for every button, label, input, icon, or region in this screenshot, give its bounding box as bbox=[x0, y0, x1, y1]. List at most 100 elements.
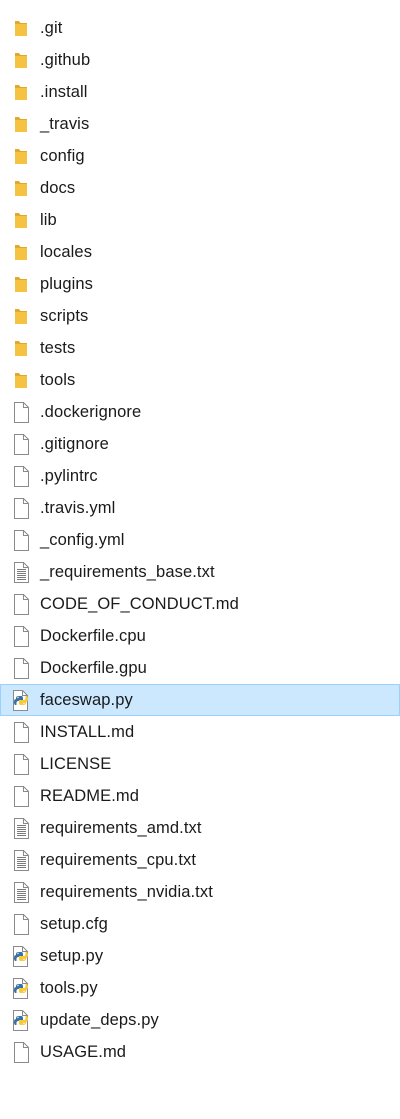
file-icon bbox=[12, 721, 30, 743]
folder-icon bbox=[12, 369, 30, 391]
list-item[interactable]: .dockerignore bbox=[0, 396, 400, 428]
folder-icon bbox=[12, 145, 30, 167]
python-file-icon bbox=[12, 689, 30, 711]
list-item[interactable]: scripts bbox=[0, 300, 400, 332]
file-name: requirements_nvidia.txt bbox=[40, 882, 213, 901]
folder-icon bbox=[12, 49, 30, 71]
list-item[interactable]: _requirements_base.txt bbox=[0, 556, 400, 588]
list-item[interactable]: config bbox=[0, 140, 400, 172]
list-item[interactable]: setup.cfg bbox=[0, 908, 400, 940]
file-name: .install bbox=[40, 82, 88, 101]
list-item[interactable]: update_deps.py bbox=[0, 1004, 400, 1036]
list-item[interactable]: README.md bbox=[0, 780, 400, 812]
list-item[interactable]: _travis bbox=[0, 108, 400, 140]
file-name: tests bbox=[40, 338, 76, 357]
list-item[interactable]: tests bbox=[0, 332, 400, 364]
file-name: .dockerignore bbox=[40, 402, 142, 421]
file-icon bbox=[12, 785, 30, 807]
list-item[interactable]: .install bbox=[0, 76, 400, 108]
file-name: docs bbox=[40, 178, 76, 197]
folder-icon bbox=[12, 337, 30, 359]
file-name: USAGE.md bbox=[40, 1042, 127, 1061]
file-name: .pylintrc bbox=[40, 466, 98, 485]
file-name: locales bbox=[40, 242, 93, 261]
file-icon bbox=[12, 465, 30, 487]
folder-icon bbox=[12, 305, 30, 327]
list-item[interactable]: requirements_nvidia.txt bbox=[0, 876, 400, 908]
file-name: LICENSE bbox=[40, 754, 112, 773]
file-icon bbox=[12, 753, 30, 775]
file-name: requirements_amd.txt bbox=[40, 818, 202, 837]
list-item[interactable]: requirements_amd.txt bbox=[0, 812, 400, 844]
list-item[interactable]: .git bbox=[0, 12, 400, 44]
list-item[interactable]: plugins bbox=[0, 268, 400, 300]
file-name: setup.py bbox=[40, 946, 104, 965]
file-name: update_deps.py bbox=[40, 1010, 159, 1029]
folder-icon bbox=[12, 177, 30, 199]
list-item[interactable]: tools.py bbox=[0, 972, 400, 1004]
list-item[interactable]: LICENSE bbox=[0, 748, 400, 780]
file-name: tools bbox=[40, 370, 76, 389]
list-item[interactable]: tools bbox=[0, 364, 400, 396]
file-name: Dockerfile.gpu bbox=[40, 658, 147, 677]
file-name: CODE_OF_CONDUCT.md bbox=[40, 594, 239, 613]
file-name: _config.yml bbox=[40, 530, 125, 549]
file-icon bbox=[12, 913, 30, 935]
file-name: INSTALL.md bbox=[40, 722, 135, 741]
python-file-icon bbox=[12, 977, 30, 999]
folder-icon bbox=[12, 81, 30, 103]
file-name: .github bbox=[40, 50, 91, 69]
text-file-icon bbox=[12, 881, 30, 903]
file-name: requirements_cpu.txt bbox=[40, 850, 197, 869]
file-icon bbox=[12, 1041, 30, 1063]
file-name: .gitignore bbox=[40, 434, 109, 453]
file-icon bbox=[12, 593, 30, 615]
list-item[interactable]: requirements_cpu.txt bbox=[0, 844, 400, 876]
file-name: README.md bbox=[40, 786, 139, 805]
list-item[interactable]: USAGE.md bbox=[0, 1036, 400, 1068]
file-icon bbox=[12, 625, 30, 647]
file-name: tools.py bbox=[40, 978, 98, 997]
file-list: .git .github .install _travisconfig docs lib l… bbox=[0, 12, 400, 1068]
list-item[interactable]: locales bbox=[0, 236, 400, 268]
folder-icon bbox=[12, 113, 30, 135]
python-file-icon bbox=[12, 1009, 30, 1031]
list-item[interactable]: Dockerfile.gpu bbox=[0, 652, 400, 684]
list-item[interactable]: INSTALL.md bbox=[0, 716, 400, 748]
file-name: Dockerfile.cpu bbox=[40, 626, 146, 645]
file-name: .travis.yml bbox=[40, 498, 116, 517]
file-name: .git bbox=[40, 18, 63, 37]
text-file-icon bbox=[12, 817, 30, 839]
list-item[interactable]: .travis.yml bbox=[0, 492, 400, 524]
file-name: lib bbox=[40, 210, 57, 229]
list-item[interactable]: .pylintrc bbox=[0, 460, 400, 492]
list-item[interactable]: docs bbox=[0, 172, 400, 204]
folder-icon bbox=[12, 273, 30, 295]
file-name: _requirements_base.txt bbox=[40, 562, 215, 581]
file-name: scripts bbox=[40, 306, 89, 325]
file-name: _travis bbox=[40, 114, 90, 133]
list-item[interactable]: .gitignore bbox=[0, 428, 400, 460]
python-file-icon bbox=[12, 945, 30, 967]
file-icon bbox=[12, 529, 30, 551]
list-item[interactable]: _config.yml bbox=[0, 524, 400, 556]
text-file-icon bbox=[12, 849, 30, 871]
list-item[interactable]: setup.py bbox=[0, 940, 400, 972]
folder-icon bbox=[12, 241, 30, 263]
file-name: plugins bbox=[40, 274, 93, 293]
file-icon bbox=[12, 497, 30, 519]
folder-icon bbox=[12, 209, 30, 231]
file-name: faceswap.py bbox=[40, 690, 133, 709]
text-file-icon bbox=[12, 561, 30, 583]
list-item[interactable]: faceswap.py bbox=[0, 684, 400, 716]
list-item[interactable]: CODE_OF_CONDUCT.md bbox=[0, 588, 400, 620]
list-item[interactable]: .github bbox=[0, 44, 400, 76]
file-name: config bbox=[40, 146, 85, 165]
file-icon bbox=[12, 433, 30, 455]
file-icon bbox=[12, 401, 30, 423]
folder-icon bbox=[12, 17, 30, 39]
file-icon bbox=[12, 657, 30, 679]
list-item[interactable]: Dockerfile.cpu bbox=[0, 620, 400, 652]
file-name: setup.cfg bbox=[40, 914, 108, 933]
list-item[interactable]: lib bbox=[0, 204, 400, 236]
